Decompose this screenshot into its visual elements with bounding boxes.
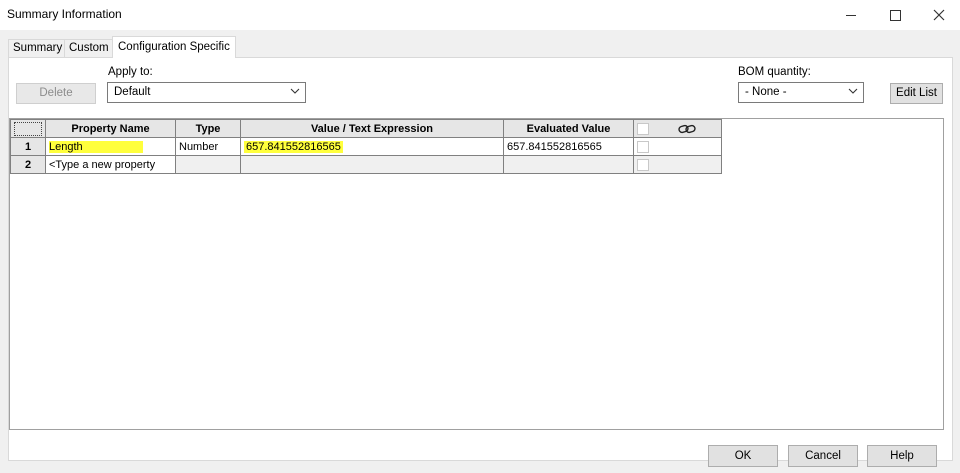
column-header-value[interactable]: Value / Text Expression bbox=[240, 119, 504, 138]
bom-quantity-select[interactable]: - None - bbox=[738, 82, 864, 103]
bom-quantity-value: - None - bbox=[745, 86, 787, 98]
type-cell[interactable] bbox=[175, 155, 241, 174]
column-header-evaluated-value[interactable]: Evaluated Value bbox=[503, 119, 634, 138]
column-header-type[interactable]: Type bbox=[175, 119, 241, 138]
property-name-text: Length bbox=[49, 140, 143, 153]
close-button[interactable] bbox=[916, 0, 960, 30]
column-header-property-name[interactable]: Property Name bbox=[45, 119, 176, 138]
select-all-corner[interactable] bbox=[10, 119, 46, 138]
apply-to-label: Apply to: bbox=[108, 66, 153, 78]
maximize-icon bbox=[889, 9, 901, 21]
ok-button[interactable]: OK bbox=[708, 445, 778, 467]
column-header-link[interactable] bbox=[633, 119, 722, 138]
header-row: Property Name Type Value / Text Expressi… bbox=[10, 119, 722, 138]
maximize-button[interactable] bbox=[872, 0, 918, 30]
apply-to-value: Default bbox=[114, 86, 151, 98]
window-title: Summary Information bbox=[7, 7, 122, 21]
close-icon bbox=[933, 9, 945, 21]
minimize-button[interactable] bbox=[828, 0, 874, 30]
value-cell[interactable] bbox=[240, 155, 504, 174]
link-icon bbox=[678, 124, 696, 133]
title-bar: Summary Information bbox=[0, 0, 960, 30]
property-name-cell[interactable]: Length bbox=[45, 137, 176, 156]
edit-list-button[interactable]: Edit List bbox=[890, 83, 943, 104]
apply-to-select[interactable]: Default bbox=[107, 82, 306, 103]
cancel-button[interactable]: Cancel bbox=[788, 445, 858, 467]
link-cell[interactable] bbox=[633, 155, 722, 174]
value-cell[interactable]: 657.841552816565 bbox=[240, 137, 504, 156]
chevron-down-icon bbox=[848, 88, 858, 94]
chevron-down-icon bbox=[290, 88, 300, 94]
delete-button[interactable]: Delete bbox=[16, 83, 96, 104]
bom-quantity-label: BOM quantity: bbox=[738, 66, 811, 78]
link-checkbox[interactable] bbox=[637, 158, 649, 171]
property-name-cell[interactable]: <Type a new property bbox=[45, 155, 176, 174]
evaluated-value-cell bbox=[503, 155, 634, 174]
tab-configuration-specific[interactable]: Configuration Specific bbox=[112, 36, 236, 58]
link-cell[interactable] bbox=[633, 137, 722, 156]
row-number[interactable]: 1 bbox=[10, 137, 46, 156]
link-all-checkbox[interactable] bbox=[637, 122, 649, 135]
row-number[interactable]: 2 bbox=[10, 155, 46, 174]
properties-table: Property Name Type Value / Text Expressi… bbox=[10, 119, 722, 174]
dialog-body: Summary Custom Configuration Specific De… bbox=[0, 30, 960, 473]
tab-custom[interactable]: Custom bbox=[64, 39, 114, 57]
minimize-icon bbox=[846, 14, 856, 16]
table-row[interactable]: 2 <Type a new property bbox=[10, 155, 722, 174]
properties-grid[interactable]: Property Name Type Value / Text Expressi… bbox=[9, 118, 944, 430]
type-cell[interactable]: Number bbox=[175, 137, 241, 156]
help-button[interactable]: Help bbox=[867, 445, 937, 467]
value-text: 657.841552816565 bbox=[244, 140, 343, 153]
tab-summary[interactable]: Summary bbox=[8, 39, 68, 57]
evaluated-value-cell: 657.841552816565 bbox=[503, 137, 634, 156]
link-checkbox[interactable] bbox=[637, 140, 649, 153]
corner-focus-box bbox=[14, 121, 42, 136]
table-row[interactable]: 1 Length Number 657.841552816565 657.841… bbox=[10, 137, 722, 156]
